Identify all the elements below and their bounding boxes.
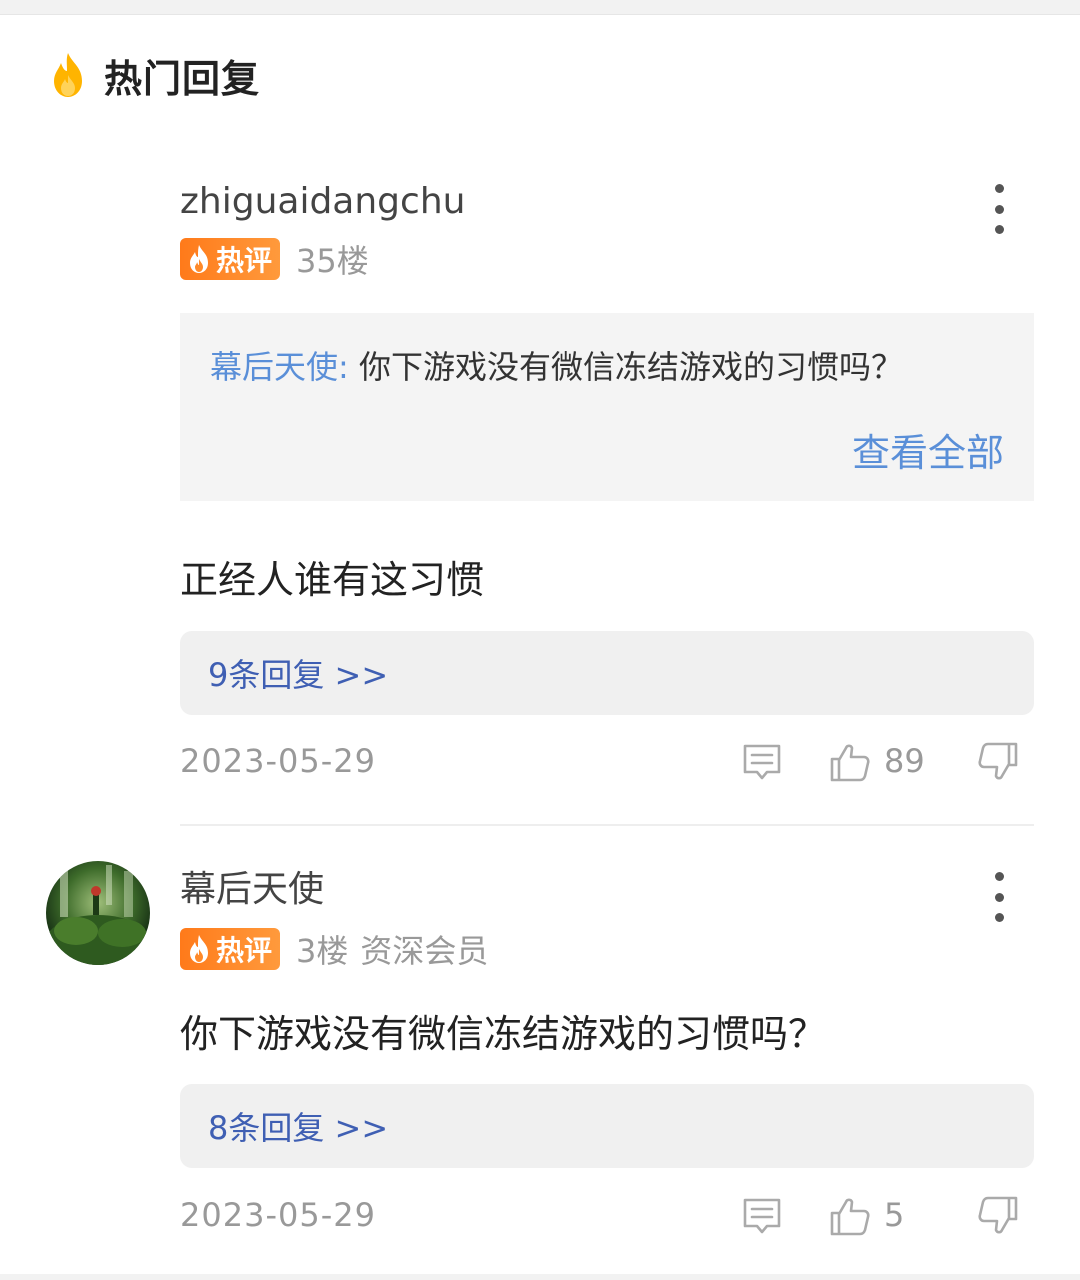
hot-comment-badge: 热评 xyxy=(180,928,281,970)
like-count: 89 xyxy=(884,742,925,780)
username[interactable]: zhiguaidangchu xyxy=(180,180,465,224)
bottom-divider xyxy=(0,1274,1080,1280)
floor-number: 3楼 xyxy=(296,932,349,970)
fire-icon xyxy=(190,245,208,273)
thumbs-down-icon[interactable] xyxy=(976,1194,1020,1238)
comment-date: 2023-05-29 xyxy=(180,1196,376,1234)
reply-comment-icon[interactable] xyxy=(740,740,784,784)
quote-text: 幕后天使: 你下游戏没有微信冻结游戏的习惯吗？ xyxy=(210,347,903,387)
replies-label: 8条回复 >> xyxy=(208,1109,389,1147)
member-level: 资深会员 xyxy=(360,932,489,970)
view-all-link[interactable]: 查看全部 xyxy=(852,429,1004,477)
dot xyxy=(994,872,1004,881)
thumbs-down-icon[interactable] xyxy=(976,740,1020,784)
hot-replies-header: 热门回复 xyxy=(48,48,260,102)
hot-comment-badge: 热评 xyxy=(180,238,281,280)
dot xyxy=(994,225,1004,234)
fire-icon xyxy=(190,935,208,963)
like-count: 5 xyxy=(884,1196,905,1234)
reply-comment-icon[interactable] xyxy=(740,1194,784,1238)
top-divider xyxy=(0,0,1080,15)
quote-body: 你下游戏没有微信冻结游戏的习惯吗？ xyxy=(358,348,903,386)
dot xyxy=(994,204,1004,214)
username[interactable]: 幕后天使 xyxy=(180,868,324,912)
fire-icon xyxy=(54,53,82,97)
comment-divider xyxy=(180,824,1034,826)
thumbs-up-icon[interactable] xyxy=(828,1194,872,1238)
thumbs-up-icon[interactable] xyxy=(828,740,872,784)
more-options-button[interactable] xyxy=(982,184,1016,234)
replies-button[interactable]: 9条回复 >> xyxy=(180,631,1034,715)
avatar[interactable] xyxy=(46,861,150,965)
comment-footer: 2023-05-29 5 xyxy=(180,1194,1034,1242)
badge-label: 热评 xyxy=(216,934,273,967)
section-title: 热门回复 xyxy=(104,56,261,101)
replies-button[interactable]: 8条回复 >> xyxy=(180,1084,1034,1168)
comment-meta: 热评 35楼 xyxy=(180,238,369,280)
comment-body: 你下游戏没有微信冻结游戏的习惯吗？ xyxy=(180,1012,827,1056)
replies-label: 9条回复 >> xyxy=(208,656,389,694)
comment-meta: 热评 3楼 资深会员 xyxy=(180,928,488,970)
quoted-comment[interactable]: 幕后天使: 你下游戏没有微信冻结游戏的习惯吗？ 查看全部 xyxy=(180,313,1034,501)
comment-date: 2023-05-29 xyxy=(180,742,376,780)
avatar-image xyxy=(46,861,150,965)
more-options-button[interactable] xyxy=(982,872,1016,922)
dot xyxy=(994,913,1004,922)
dot xyxy=(994,892,1004,902)
dot xyxy=(994,184,1004,193)
floor-number: 35楼 xyxy=(296,242,369,280)
badge-label: 热评 xyxy=(216,244,273,277)
comment-body: 正经人谁有这习惯 xyxy=(180,558,485,602)
comment-footer: 2023-05-29 89 xyxy=(180,740,1034,788)
quote-author[interactable]: 幕后天使: xyxy=(210,348,349,386)
